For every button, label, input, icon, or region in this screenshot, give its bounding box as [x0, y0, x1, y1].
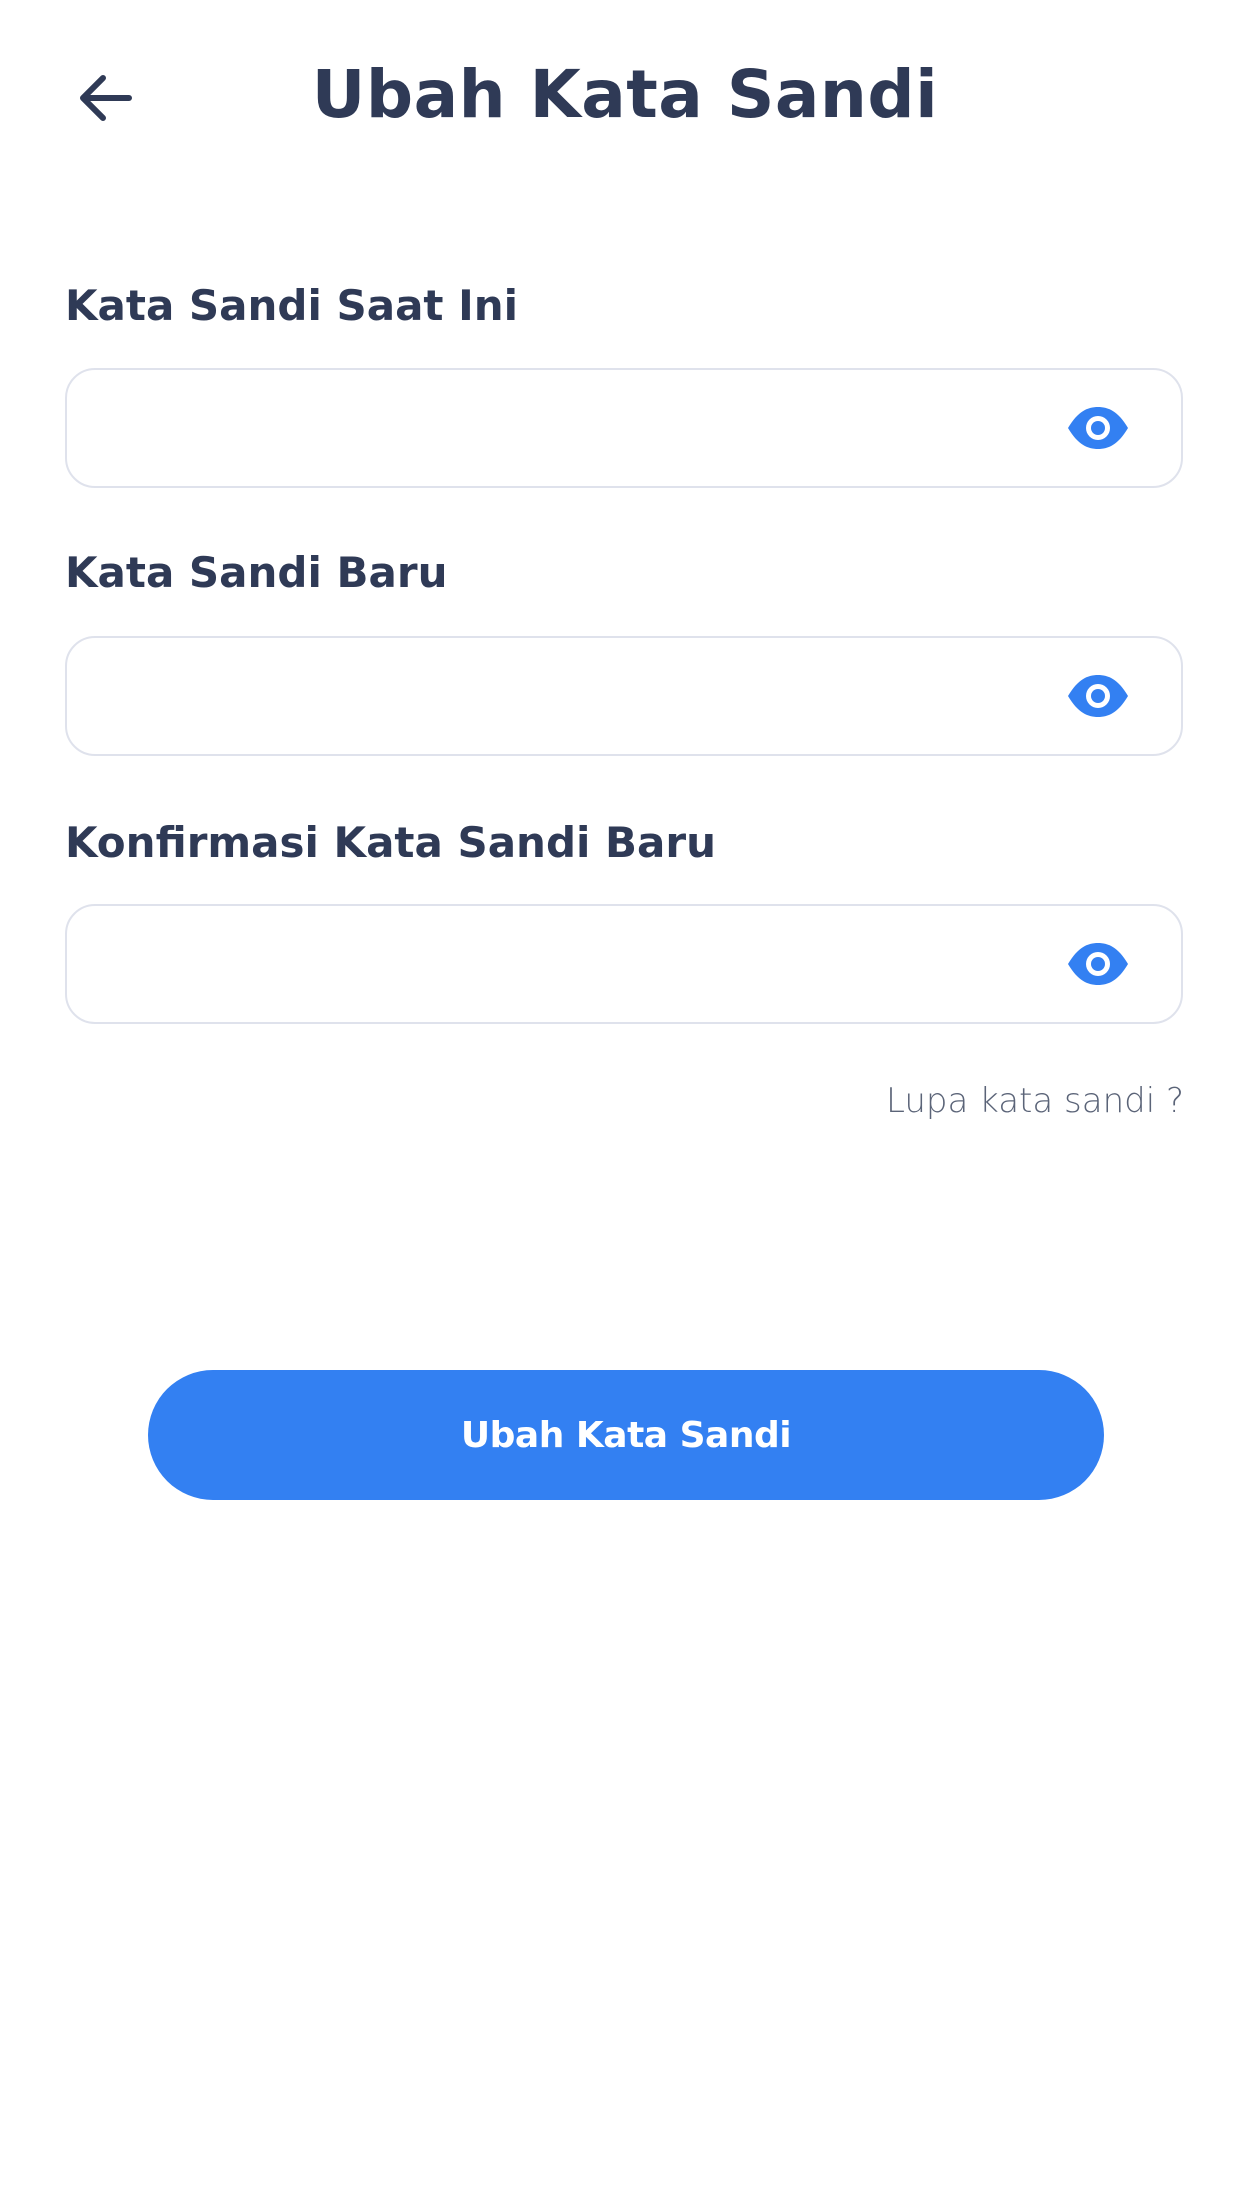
- new-password-label: Kata Sandi Baru: [65, 548, 448, 597]
- current-password-field: [65, 368, 1183, 488]
- change-password-button-label: Ubah Kata Sandi: [460, 1414, 792, 1456]
- eye-icon: [1068, 675, 1128, 717]
- current-password-visibility-toggle[interactable]: [1061, 398, 1135, 458]
- app-header: Ubah Kata Sandi: [0, 0, 1256, 190]
- new-password-visibility-toggle[interactable]: [1061, 666, 1135, 726]
- back-button[interactable]: [62, 58, 148, 138]
- forgot-password-link[interactable]: Lupa kata sandi ?: [886, 1078, 1184, 1124]
- current-password-label: Kata Sandi Saat Ini: [65, 281, 519, 330]
- confirm-password-input[interactable]: [67, 906, 1061, 1022]
- confirm-password-visibility-toggle[interactable]: [1061, 934, 1135, 994]
- eye-icon: [1068, 943, 1128, 985]
- new-password-field: [65, 636, 1183, 756]
- change-password-button[interactable]: Ubah Kata Sandi: [148, 1370, 1104, 1500]
- current-password-input[interactable]: [67, 370, 1061, 486]
- arrow-left-icon: [80, 75, 132, 121]
- page-title: Ubah Kata Sandi: [311, 56, 939, 133]
- confirm-password-label: Konfirmasi Kata Sandi Baru: [65, 818, 716, 867]
- confirm-password-field: [65, 904, 1183, 1024]
- new-password-input[interactable]: [67, 638, 1061, 754]
- eye-icon: [1068, 407, 1128, 449]
